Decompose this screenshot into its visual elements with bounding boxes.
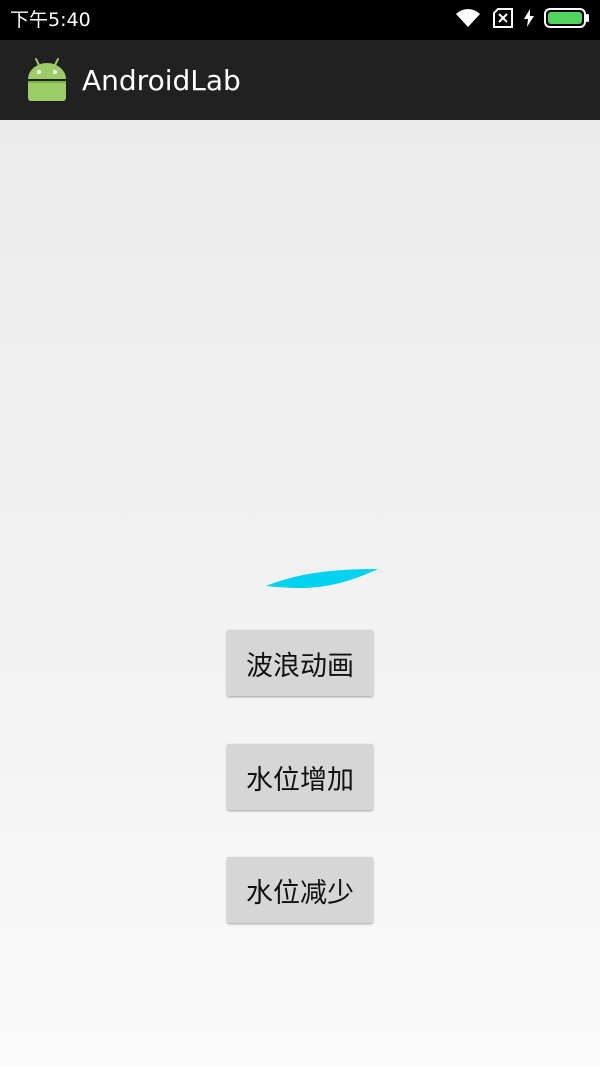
status-time: 下午5:40	[10, 9, 91, 31]
charging-bolt-icon	[524, 9, 534, 31]
sim-card-blocked-icon	[492, 8, 514, 32]
content-area	[0, 120, 600, 1067]
status-bar: 下午5:40	[0, 0, 600, 40]
battery-icon	[544, 7, 590, 33]
status-icons	[454, 8, 590, 32]
app-bar: AndroidLab	[0, 40, 600, 120]
app-title: AndroidLab	[82, 64, 241, 97]
water-level-down-button[interactable]: 水位减少	[227, 857, 373, 923]
water-wave-icon	[264, 565, 382, 593]
android-logo-icon	[24, 57, 70, 103]
water-level-up-button[interactable]: 水位增加	[227, 744, 373, 810]
wifi-icon	[454, 7, 482, 33]
wave-animation-button[interactable]: 波浪动画	[227, 630, 373, 696]
